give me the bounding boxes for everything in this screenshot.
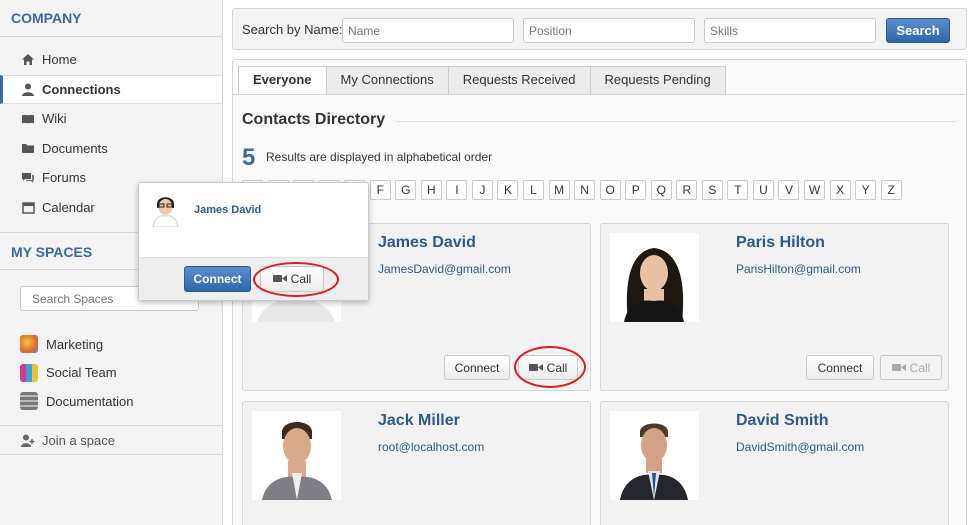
tab-divider (233, 94, 966, 95)
letter-filter-o[interactable]: O (599, 180, 621, 200)
nav-label: Forums (42, 170, 87, 186)
contact-card-jack-miller: Jack Miller root@localhost.com (242, 401, 591, 525)
letter-filter-m[interactable]: M (548, 180, 570, 200)
result-count: 5 (242, 144, 256, 171)
video-camera-icon (891, 361, 906, 375)
contact-photo (610, 233, 699, 322)
position-search-input[interactable] (523, 18, 695, 43)
contact-name[interactable]: James David (378, 234, 476, 252)
documentation-space-icon (20, 392, 38, 411)
space-label: Documentation (46, 393, 134, 409)
connect-button[interactable]: Connect (806, 355, 874, 380)
contact-photo (252, 411, 341, 500)
contact-email[interactable]: JamesDavid@gmail.com (378, 262, 511, 276)
company-section-title: COMPANY (0, 0, 222, 37)
contact-card-paris-hilton: Paris Hilton ParisHilton@gmail.com Conne… (600, 223, 949, 391)
letter-filter-f[interactable]: F (369, 180, 391, 200)
tab-bar: Everyone My Connections Requests Receive… (238, 66, 726, 95)
letter-filter-y[interactable]: Y (855, 180, 877, 200)
contact-photo (610, 411, 699, 500)
search-bar: Search by Name: Search (232, 8, 967, 50)
letter-filter-r[interactable]: R (676, 180, 698, 200)
result-count-text: Results are displayed in alphabetical or… (266, 150, 493, 164)
contact-name[interactable]: David Smith (736, 412, 828, 430)
name-search-input[interactable] (342, 18, 514, 43)
skills-search-input[interactable] (704, 18, 876, 43)
directory-title: Contacts Directory (242, 111, 386, 128)
letter-filter-l[interactable]: L (523, 180, 545, 200)
nav-label: Calendar (42, 199, 95, 215)
calendar-icon (20, 200, 36, 214)
space-item-social-team[interactable]: Social Team (20, 359, 133, 388)
nav-label: Wiki (42, 111, 67, 127)
nav-item-home[interactable]: Home (0, 45, 222, 75)
tab-requests-received[interactable]: Requests Received (447, 66, 591, 94)
space-item-documentation[interactable]: Documentation (20, 387, 133, 416)
contact-email[interactable]: DavidSmith@gmail.com (736, 440, 864, 454)
letter-filter-u[interactable]: U (752, 180, 774, 200)
marketing-space-icon (20, 335, 38, 354)
letter-filter-j[interactable]: J (471, 180, 493, 200)
letter-filter-t[interactable]: T (727, 180, 749, 200)
join-label: Join a space (42, 432, 115, 448)
tab-my-connections[interactable]: My Connections (325, 66, 449, 94)
highlight-ring (514, 346, 586, 388)
join-space-link[interactable]: Join a space (0, 425, 222, 455)
contact-name[interactable]: Paris Hilton (736, 234, 825, 252)
letter-filter-q[interactable]: Q (650, 180, 672, 200)
letter-filter-w[interactable]: W (804, 180, 826, 200)
folder-icon (20, 141, 36, 155)
contact-card-david-smith: David Smith DavidSmith@gmail.com (600, 401, 949, 525)
nav-label: Home (42, 52, 77, 68)
contact-email[interactable]: ParisHilton@gmail.com (736, 262, 861, 276)
letter-filter-n[interactable]: N (574, 180, 596, 200)
popup-avatar (148, 192, 183, 228)
nav-label: Documents (42, 140, 108, 156)
nav-item-wiki[interactable]: Wiki (0, 104, 222, 134)
tab-everyone[interactable]: Everyone (238, 66, 327, 95)
letter-filter-p[interactable]: P (625, 180, 647, 200)
tab-requests-pending[interactable]: Requests Pending (589, 66, 726, 94)
popup-contact-name[interactable]: James David (194, 204, 261, 216)
nav-label: Connections (42, 81, 121, 97)
letter-filter-x[interactable]: X (829, 180, 851, 200)
space-label: Social Team (46, 365, 117, 381)
contact-name[interactable]: Jack Miller (378, 412, 460, 430)
search-label: Search by Name: (242, 22, 343, 37)
letter-filter-g[interactable]: G (395, 180, 417, 200)
letter-filter-v[interactable]: V (778, 180, 800, 200)
call-label: Call (909, 360, 931, 375)
add-person-icon (20, 433, 36, 447)
spaces-list: Marketing Social Team Documentation (20, 330, 133, 416)
home-icon (20, 53, 36, 67)
space-label: Marketing (46, 336, 104, 352)
space-item-marketing[interactable]: Marketing (20, 330, 133, 359)
nav-item-documents[interactable]: Documents (0, 134, 222, 164)
letter-filter-i[interactable]: I (446, 180, 468, 200)
letter-filter-k[interactable]: K (497, 180, 519, 200)
title-rule (396, 121, 956, 122)
social-team-space-icon (20, 363, 38, 382)
letter-filter-z[interactable]: Z (880, 180, 902, 200)
contact-email[interactable]: root@localhost.com (378, 440, 484, 454)
connect-button[interactable]: Connect (444, 355, 510, 380)
letter-filter-h[interactable]: H (420, 180, 442, 200)
search-button[interactable]: Search (886, 18, 950, 43)
chat-icon (20, 171, 36, 185)
book-icon (20, 112, 36, 126)
contact-hover-popup: James David Connect Call (138, 182, 369, 301)
letter-filter-s[interactable]: S (701, 180, 723, 200)
popup-connect-button[interactable]: Connect (184, 266, 251, 292)
highlight-ring (253, 262, 339, 297)
person-icon (20, 82, 36, 96)
call-button-disabled: Call (880, 355, 942, 380)
nav-item-connections[interactable]: Connections (0, 74, 222, 104)
